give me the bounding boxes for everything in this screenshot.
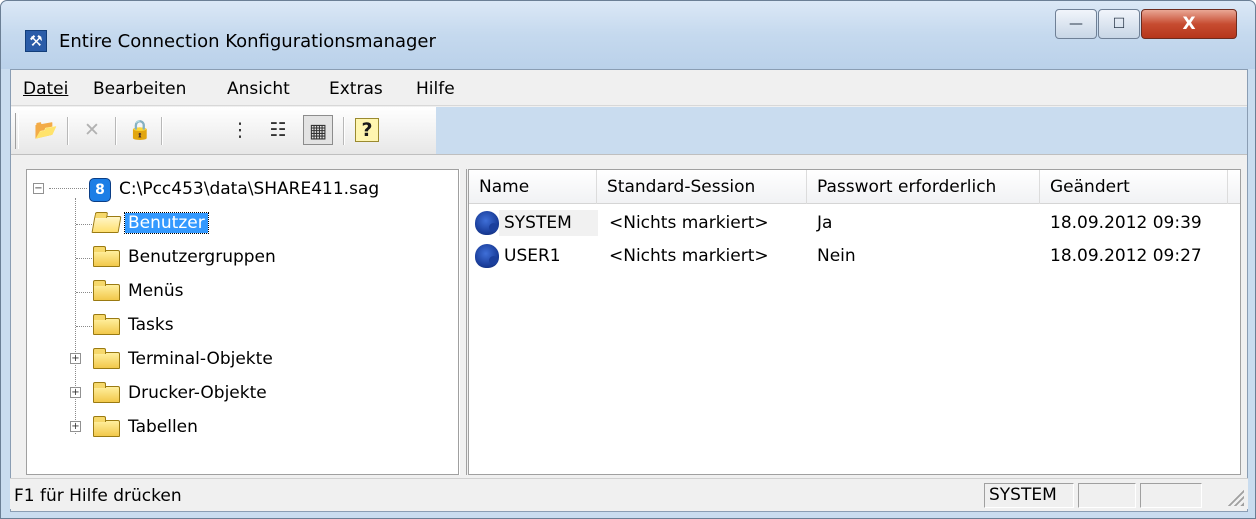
close-button[interactable]: X xyxy=(1141,9,1237,39)
tree-item-menus[interactable]: Menüs xyxy=(27,274,457,308)
folder-icon xyxy=(93,348,120,369)
toolbar-separator xyxy=(343,117,345,145)
tree-item-label: Benutzer xyxy=(124,212,209,234)
tree-item-label: Benutzergruppen xyxy=(128,247,276,267)
minimize-button[interactable]: — xyxy=(1055,9,1097,39)
toolbar-empty-area xyxy=(436,107,1247,154)
tree-connector xyxy=(76,326,92,327)
toolbar-grip[interactable] xyxy=(15,113,19,149)
column-header-password[interactable]: Passwort erforderlich xyxy=(807,170,1040,204)
database-icon: 8 xyxy=(89,178,111,202)
large-icons-view-icon[interactable]: ⋮ xyxy=(225,115,255,145)
expand-icon[interactable]: + xyxy=(70,387,81,398)
status-pane-3 xyxy=(1140,483,1202,508)
menu-bearbeiten[interactable]: Bearbeiten xyxy=(93,79,186,99)
user-icon xyxy=(475,211,499,235)
open-folder-icon[interactable]: 📂 xyxy=(31,115,61,145)
expand-icon[interactable]: + xyxy=(70,353,81,364)
folder-icon xyxy=(93,382,120,403)
resize-grip[interactable] xyxy=(1226,488,1244,506)
title-bar[interactable]: ⚒ Entire Connection Konfigurationsmanage… xyxy=(1,1,1255,69)
tools-icon[interactable]: ⚒ xyxy=(25,30,47,52)
tree-root[interactable]: − 8 C:\Pcc453\data\SHARE411.sag xyxy=(27,172,457,206)
toolbar-separator xyxy=(161,117,163,145)
expand-icon[interactable]: + xyxy=(70,421,81,432)
cell-changed: 18.09.2012 09:27 xyxy=(1050,246,1202,266)
delete-icon[interactable]: ✕ xyxy=(77,115,107,145)
toolbar-separator xyxy=(115,117,117,145)
context-help-icon[interactable]: ? xyxy=(355,118,379,142)
table-row[interactable]: USER1 <Nichts markiert> Nein 18.09.2012 … xyxy=(469,241,1240,272)
cell-session: <Nichts markiert> xyxy=(609,246,769,266)
column-header-session[interactable]: Standard-Session xyxy=(597,170,807,204)
cell-password: Nein xyxy=(817,246,856,266)
list-view-icon[interactable]: ☷ xyxy=(263,115,293,145)
tree-item-terminal-objekte[interactable]: + Terminal-Objekte xyxy=(27,342,457,376)
tree-connector xyxy=(76,258,92,259)
cell-session: <Nichts markiert> xyxy=(609,213,769,233)
user-icon xyxy=(475,244,499,268)
table-row[interactable]: SYSTEM <Nichts markiert> Ja 18.09.2012 0… xyxy=(469,208,1240,239)
menu-label: Datei xyxy=(23,79,69,99)
cell-name: SYSTEM xyxy=(504,213,572,233)
cell-name: USER1 xyxy=(504,246,561,266)
menu-extras[interactable]: Extras xyxy=(329,79,383,99)
app-window: ⚒ Entire Connection Konfigurationsmanage… xyxy=(0,0,1256,519)
folder-icon xyxy=(93,246,120,267)
pane-splitter[interactable] xyxy=(459,169,467,475)
folder-icon xyxy=(93,314,120,335)
list-view[interactable]: Name Standard-Session Passwort erforderl… xyxy=(468,169,1241,475)
tree-item-label: Tabellen xyxy=(128,417,198,437)
tree-item-benutzergruppen[interactable]: Benutzergruppen xyxy=(27,240,457,274)
tree-item-label: Tasks xyxy=(128,315,174,335)
tree-item-drucker-objekte[interactable]: + Drucker-Objekte xyxy=(27,376,457,410)
menu-ansicht[interactable]: Ansicht xyxy=(227,79,290,99)
tree-item-label: Drucker-Objekte xyxy=(128,383,267,403)
tree-item-tabellen[interactable]: + Tabellen xyxy=(27,410,457,444)
tree-connector xyxy=(76,224,92,225)
status-pane-2 xyxy=(1078,483,1136,508)
tree-item-benutzer[interactable]: Benutzer xyxy=(27,206,457,240)
status-user: SYSTEM xyxy=(984,483,1074,508)
tree-connector xyxy=(76,292,92,293)
tree-item-label: Terminal-Objekte xyxy=(128,349,273,369)
list-header: Name Standard-Session Passwort erforderl… xyxy=(469,170,1240,204)
cell-password: Ja xyxy=(817,213,833,233)
details-view-icon[interactable]: ▦ xyxy=(303,115,333,145)
folder-icon xyxy=(93,280,120,301)
lock-icon[interactable]: 🔒 xyxy=(125,115,155,145)
tree-item-tasks[interactable]: Tasks xyxy=(27,308,457,342)
status-bar: F1 für Hilfe drücken SYSTEM xyxy=(10,478,1248,509)
menu-hilfe[interactable]: Hilfe xyxy=(416,79,455,99)
tree-root-label: C:\Pcc453\data\SHARE411.sag xyxy=(119,179,380,199)
window-title: Entire Connection Konfigurationsmanager xyxy=(59,31,436,52)
menu-datei[interactable]: Datei xyxy=(23,79,68,99)
status-help-text: F1 für Hilfe drücken xyxy=(14,486,182,506)
toolbar: 📂 ✕ 🔒 ⋮ ☷ ▦ ? xyxy=(11,107,1247,155)
column-header-changed[interactable]: Geändert xyxy=(1040,170,1228,204)
maximize-button[interactable]: ☐ xyxy=(1098,9,1140,39)
folder-icon xyxy=(93,416,120,437)
menu-bar: Datei Bearbeiten Ansicht Extras Hilfe xyxy=(11,70,1247,106)
open-folder-icon xyxy=(91,216,122,233)
tree-view[interactable]: − 8 C:\Pcc453\data\SHARE411.sag Benutzer… xyxy=(26,169,459,475)
column-header-name[interactable]: Name xyxy=(469,170,597,204)
collapse-icon[interactable]: − xyxy=(33,183,44,194)
tree-item-label: Menüs xyxy=(128,281,184,301)
cell-changed: 18.09.2012 09:39 xyxy=(1050,213,1202,233)
toolbar-separator xyxy=(67,117,69,145)
